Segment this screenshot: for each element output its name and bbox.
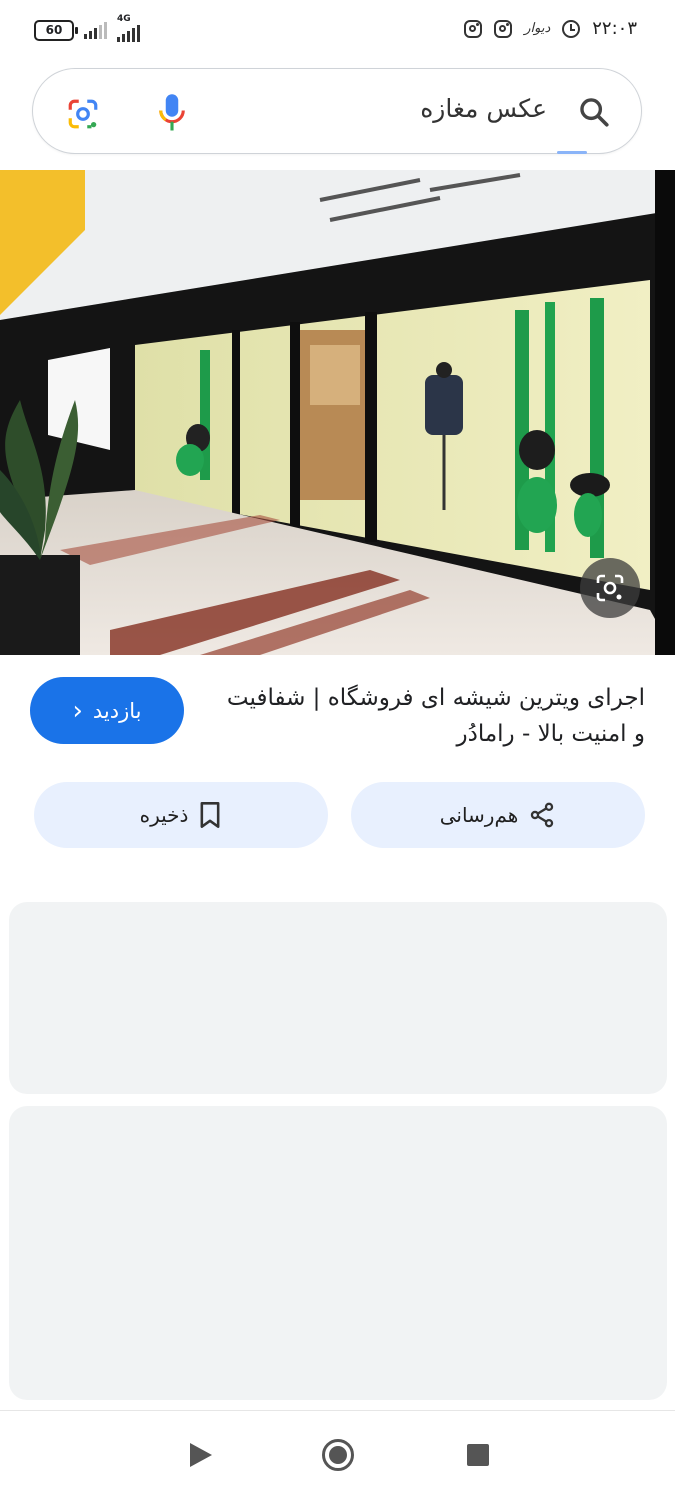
share-label: هم‌رسانی xyxy=(439,803,519,827)
system-nav-bar xyxy=(0,1410,675,1501)
alarm-icon xyxy=(562,19,581,38)
search-input[interactable]: عکس مغازه xyxy=(420,94,547,123)
divar-app-label: دیوار xyxy=(524,21,551,36)
placeholder-card xyxy=(9,1106,667,1400)
instagram-icon xyxy=(464,19,483,38)
bookmark-icon xyxy=(200,802,220,828)
save-label: ذخیره xyxy=(139,803,189,827)
status-bar: 60 4G دیوار ۲۲:۰۳ xyxy=(0,0,675,62)
save-button[interactable]: ذخیره xyxy=(34,782,328,848)
instagram-icon xyxy=(494,19,513,38)
search-underline xyxy=(557,151,587,154)
clock: ۲۲:۰۳ xyxy=(592,18,637,39)
storefront-photo xyxy=(0,170,675,655)
share-button[interactable]: هم‌رسانی xyxy=(351,782,645,848)
result-title[interactable]: اجرای ویترین شیشه ای فروشگاه | شفافیت و … xyxy=(225,680,645,752)
lens-search-image-button[interactable] xyxy=(580,558,640,618)
back-icon[interactable] xyxy=(190,1443,212,1467)
visit-button[interactable]: بازدید ‹ xyxy=(30,677,184,744)
recents-icon[interactable] xyxy=(467,1444,489,1466)
google-lens-icon[interactable] xyxy=(66,97,100,131)
visit-label: بازدید xyxy=(92,698,142,723)
share-icon xyxy=(531,802,554,828)
status-left: 60 4G xyxy=(34,14,140,42)
battery-icon: 60 xyxy=(34,19,78,41)
status-right: دیوار ۲۲:۰۳ xyxy=(464,18,637,39)
result-image[interactable] xyxy=(0,170,675,655)
signal-icon xyxy=(84,21,107,39)
mic-icon[interactable] xyxy=(157,93,187,133)
chevron-left-icon: ‹ xyxy=(72,695,83,726)
placeholder-card xyxy=(9,902,667,1094)
mobile-data-icon: 4G xyxy=(117,14,140,42)
network-type: 4G xyxy=(117,14,131,24)
lens-camera-icon xyxy=(596,574,624,602)
search-bar[interactable]: عکس مغازه xyxy=(32,68,642,154)
home-icon[interactable] xyxy=(322,1439,354,1471)
search-icon[interactable] xyxy=(577,95,611,129)
